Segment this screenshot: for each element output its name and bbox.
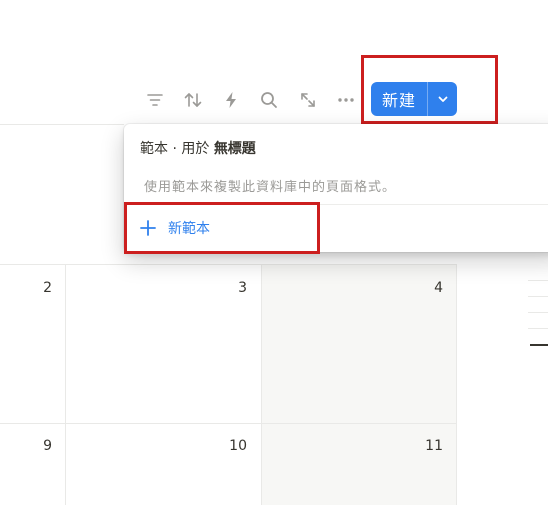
highlight-new-button — [361, 55, 498, 124]
filter-icon[interactable] — [143, 88, 167, 112]
template-menu-description: 使用範本來複製此資料庫中的頁面格式。 — [144, 180, 397, 195]
side-divider — [528, 312, 548, 313]
grid-row-line — [0, 423, 456, 424]
calendar-day[interactable]: 2 — [22, 280, 52, 296]
more-icon[interactable] — [334, 88, 358, 112]
grid-col-line — [261, 264, 262, 505]
grid-top-line — [0, 124, 124, 125]
grid-col-line — [65, 264, 66, 505]
grid-col-line — [456, 264, 457, 505]
side-divider — [528, 296, 548, 297]
calendar-day[interactable]: 9 — [22, 438, 52, 454]
sort-icon[interactable] — [181, 88, 205, 112]
calendar-day[interactable]: 11 — [413, 438, 443, 454]
highlight-new-template — [124, 202, 320, 254]
side-indicator — [530, 344, 548, 346]
template-menu-title: 範本 · 用於 無標題 — [140, 138, 256, 158]
expand-icon[interactable] — [296, 88, 320, 112]
weekend-column — [261, 264, 456, 505]
calendar-day[interactable]: 3 — [217, 280, 247, 296]
grid-row-line — [0, 264, 456, 265]
template-menu-db-name: 無標題 — [213, 141, 256, 157]
template-menu-title-prefix: 範本 · 用於 — [140, 141, 210, 157]
calendar-day[interactable]: 10 — [217, 438, 247, 454]
calendar-day[interactable]: 4 — [413, 280, 443, 296]
lightning-icon[interactable] — [219, 88, 243, 112]
search-icon[interactable] — [257, 88, 281, 112]
side-divider — [528, 280, 548, 281]
side-divider — [528, 328, 548, 329]
